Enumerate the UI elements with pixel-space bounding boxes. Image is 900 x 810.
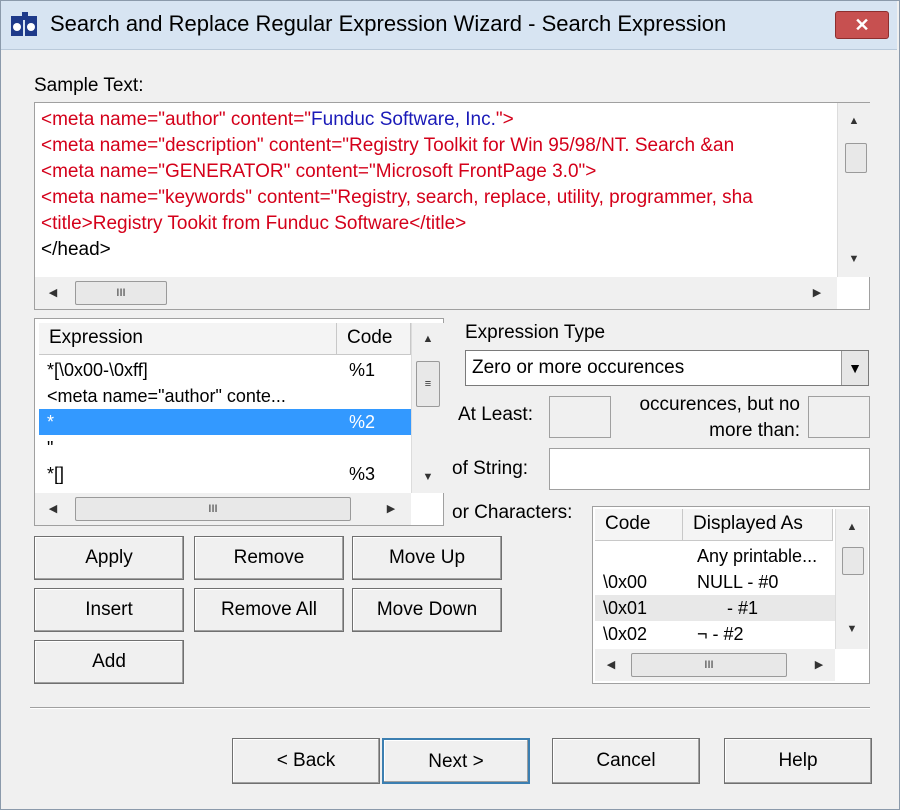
divider xyxy=(30,707,870,709)
scroll-up-icon[interactable]: ▲ xyxy=(844,115,864,127)
next-button[interactable]: Next > xyxy=(382,738,530,784)
characters-list[interactable]: Code Displayed As Any printable... \0x00… xyxy=(592,506,870,684)
table-row[interactable]: *[\0x00-\0xff] %1 xyxy=(39,357,411,383)
scroll-down-icon[interactable]: ▼ xyxy=(842,623,862,635)
expression-horizontal-scrollbar[interactable]: ◀ III ▶ xyxy=(35,493,411,525)
characters-vertical-scrollbar[interactable]: ▲ ▼ xyxy=(835,509,868,649)
or-characters-label: or Characters: xyxy=(452,502,573,523)
string-input[interactable] xyxy=(549,448,870,490)
scroll-thumb[interactable]: III xyxy=(631,653,787,677)
sample-line: <meta name="GENERATOR" content="Microsof… xyxy=(41,161,597,182)
more-than-input[interactable] xyxy=(808,396,870,438)
table-row-selected[interactable]: * %2 xyxy=(39,409,411,435)
close-button[interactable]: ✕ xyxy=(835,11,889,39)
code-column-header[interactable]: Code xyxy=(337,323,411,355)
scroll-right-icon[interactable]: ▶ xyxy=(807,286,827,299)
expression-type-value: Zero or more occurences xyxy=(472,357,685,378)
scroll-thumb[interactable]: III xyxy=(75,281,167,305)
expression-vertical-scrollbar[interactable]: ▲ ≡ ▼ xyxy=(411,323,444,493)
scroll-down-icon[interactable]: ▼ xyxy=(844,253,864,265)
at-least-input[interactable] xyxy=(549,396,611,438)
scroll-thumb[interactable] xyxy=(842,547,864,575)
sample-horizontal-scrollbar[interactable]: ◀ III ▶ xyxy=(35,277,837,309)
sample-text-box[interactable]: <meta name="author" content="Funduc Soft… xyxy=(34,102,870,310)
help-button[interactable]: Help xyxy=(724,738,872,784)
scroll-down-icon[interactable]: ▼ xyxy=(418,471,438,483)
sample-vertical-scrollbar[interactable]: ▲ ▼ xyxy=(837,103,870,277)
expression-list[interactable]: Expression Code *[\0x00-\0xff] %1 <meta n… xyxy=(34,318,444,526)
char-code-column-header[interactable]: Code xyxy=(595,509,683,541)
table-row[interactable]: " xyxy=(39,435,411,461)
close-icon: ✕ xyxy=(854,15,870,35)
list-item[interactable]: \0x02 ¬ - #2 xyxy=(595,621,835,647)
displayed-as-column-header[interactable]: Displayed As xyxy=(683,509,833,541)
expression-rows: *[\0x00-\0xff] %1 <meta name="author" con… xyxy=(39,357,411,493)
table-row[interactable]: <meta name="author" conte... xyxy=(39,383,411,409)
characters-horizontal-scrollbar[interactable]: ◀ III ▶ xyxy=(595,649,835,681)
table-row[interactable]: *[] %3 xyxy=(39,461,411,487)
sample-line: <meta name="keywords" content="Registry,… xyxy=(41,187,753,208)
move-down-button[interactable]: Move Down xyxy=(352,588,502,632)
move-up-button[interactable]: Move Up xyxy=(352,536,502,580)
list-item[interactable]: \0x01 - #1 xyxy=(595,595,835,621)
scroll-right-icon[interactable]: ▶ xyxy=(381,502,401,515)
character-rows: Any printable... \0x00 NULL - #0 \0x01 - … xyxy=(595,543,835,649)
scroll-up-icon[interactable]: ▲ xyxy=(418,333,438,345)
list-item[interactable]: Any printable... xyxy=(595,543,835,569)
scroll-thumb[interactable]: ≡ xyxy=(416,361,440,407)
occurrences-label: occurences, but no xyxy=(639,394,800,415)
scroll-up-icon[interactable]: ▲ xyxy=(842,521,862,533)
scroll-left-icon[interactable]: ◀ xyxy=(43,502,63,515)
sample-text-label: Sample Text: xyxy=(34,75,144,96)
sample-text-content[interactable]: <meta name="author" content="Funduc Soft… xyxy=(41,107,835,277)
expression-type-dropdown[interactable]: Zero or more occurences ▼ xyxy=(465,350,869,386)
expression-column-header[interactable]: Expression xyxy=(39,323,337,355)
scroll-right-icon[interactable]: ▶ xyxy=(809,658,829,671)
remove-all-button[interactable]: Remove All xyxy=(194,588,344,632)
chevron-down-icon[interactable]: ▼ xyxy=(841,351,868,385)
more-than-label: more than: xyxy=(709,420,800,441)
scroll-left-icon[interactable]: ◀ xyxy=(601,658,621,671)
app-icon xyxy=(11,12,37,36)
at-least-label: At Least: xyxy=(458,404,533,425)
back-button[interactable]: < Back xyxy=(232,738,380,784)
scroll-thumb[interactable] xyxy=(845,143,867,173)
list-item[interactable]: \0x00 NULL - #0 xyxy=(595,569,835,595)
remove-button[interactable]: Remove xyxy=(194,536,344,580)
sample-line: </head> xyxy=(41,239,111,260)
apply-button[interactable]: Apply xyxy=(34,536,184,580)
of-string-label: of String: xyxy=(452,458,529,479)
scroll-left-icon[interactable]: ◀ xyxy=(43,286,63,299)
window-title: Search and Replace Regular Expression Wi… xyxy=(50,11,727,36)
sample-line: <meta name="description" content="Regist… xyxy=(41,135,735,156)
scroll-thumb[interactable]: III xyxy=(75,497,351,521)
cancel-button[interactable]: Cancel xyxy=(552,738,700,784)
insert-button[interactable]: Insert xyxy=(34,588,184,632)
add-button[interactable]: Add xyxy=(34,640,184,684)
sample-line: <meta name="author" content="Funduc Soft… xyxy=(41,109,514,130)
sample-line: <title>Registry Tookit from Funduc Softw… xyxy=(41,213,467,234)
expression-type-label: Expression Type xyxy=(465,322,606,343)
